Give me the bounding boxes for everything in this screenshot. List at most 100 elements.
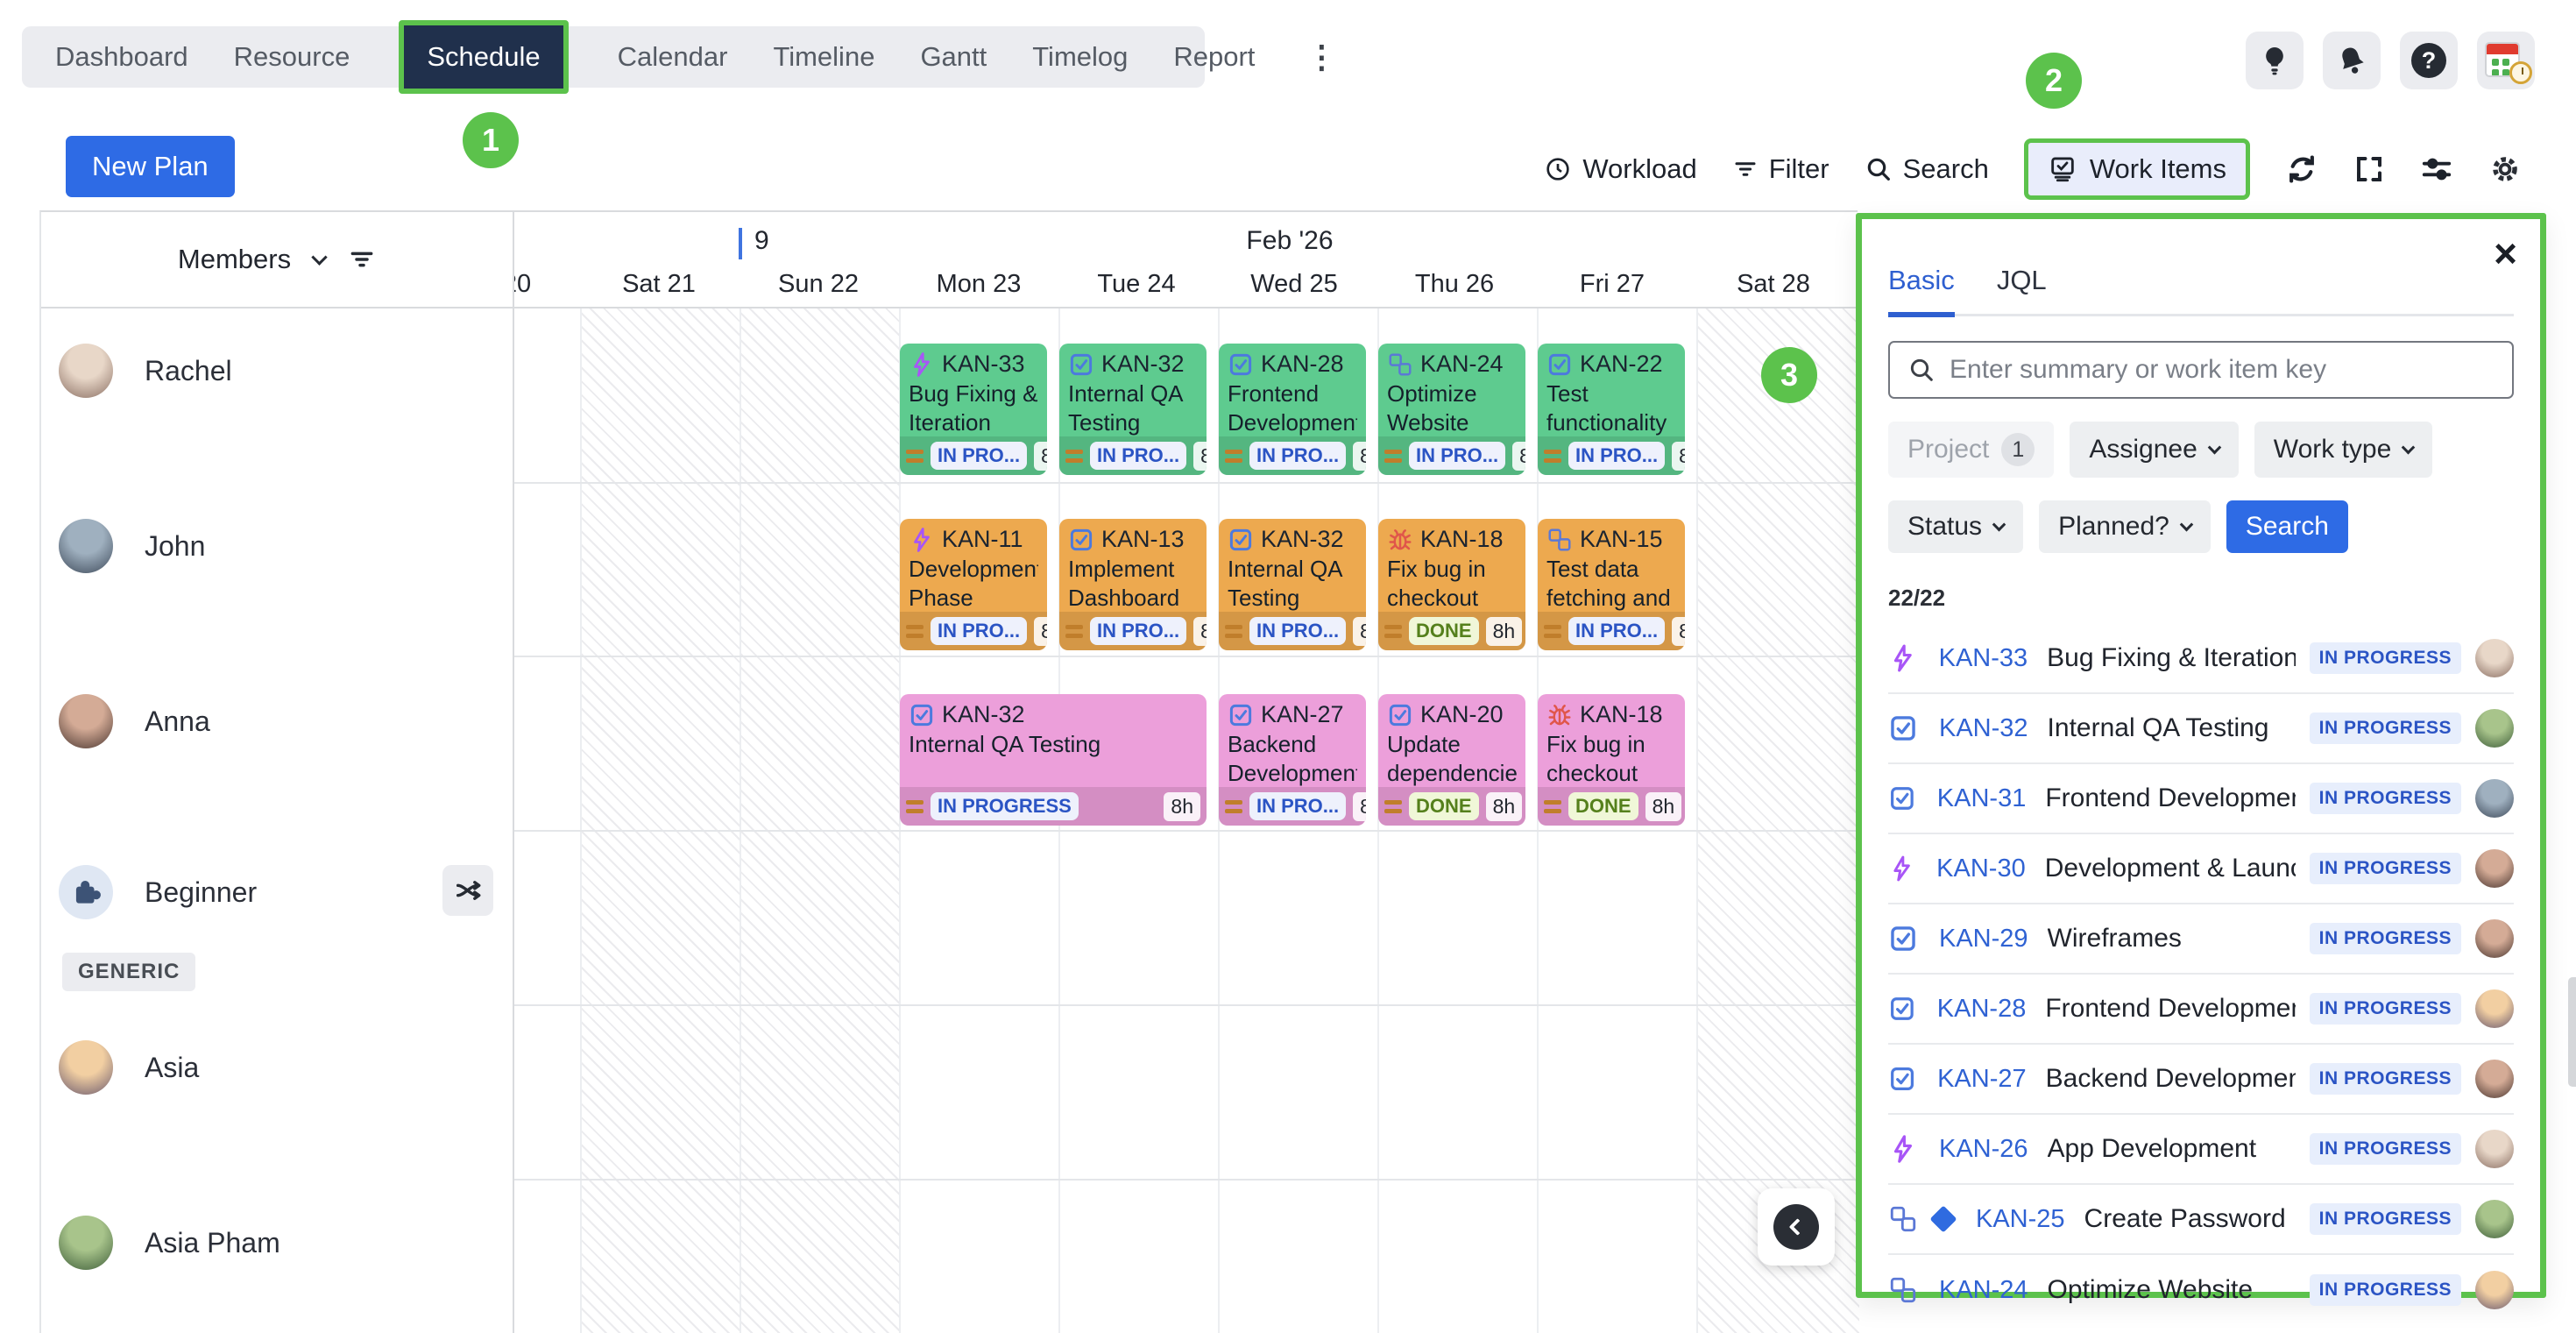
list-item[interactable]: KAN-33 Bug Fixing & Iteration IN PROGRES… — [1888, 624, 2514, 694]
list-item[interactable]: KAN-27 Backend Development IN PROGRESS — [1888, 1045, 2514, 1115]
search-icon — [1907, 356, 1936, 384]
hours-badge: 8h — [1486, 617, 1523, 646]
task-card[interactable]: KAN-32 Internal QA Testing IN PRO...8h — [1219, 519, 1366, 650]
work-item-summary: Create Password — [2084, 1204, 2286, 1234]
task-card[interactable]: KAN-28 Frontend Development IN PRO...8h — [1219, 344, 1366, 475]
panel-search-button[interactable]: Search — [2226, 500, 2348, 553]
refresh-icon[interactable] — [2285, 152, 2318, 186]
search-toggle-button[interactable]: Search — [1865, 153, 1989, 185]
subtask-icon — [1888, 1204, 1918, 1234]
work-item-key[interactable]: KAN-28 — [1937, 995, 2027, 1024]
task-card[interactable]: KAN-32 Internal QA Testing IN PRO...8h — [1059, 344, 1207, 475]
work-item-key[interactable]: KAN-33 — [1939, 644, 2028, 673]
lightbulb-button[interactable] — [2246, 32, 2304, 89]
members-header[interactable]: Members — [41, 212, 513, 308]
tab-resource[interactable]: Resource — [234, 41, 350, 73]
status-badge: IN PRO... — [1568, 617, 1665, 645]
tab-calendar[interactable]: Calendar — [618, 41, 728, 73]
avatar — [2475, 709, 2514, 748]
task-card[interactable]: KAN-27 Backend Development IN PRO...8h — [1219, 694, 1366, 826]
list-item[interactable]: KAN-32 Internal QA Testing IN PROGRESS — [1888, 694, 2514, 764]
work-item-key[interactable]: KAN-32 — [1939, 714, 2028, 743]
day-label-fri27: Fri 27 — [1580, 270, 1645, 299]
task-card[interactable]: KAN-13 Implement Dashboard IN PRO...8h — [1059, 519, 1207, 650]
filter-button[interactable]: Filter — [1732, 153, 1829, 185]
lightning-icon — [909, 527, 935, 553]
list-item[interactable]: KAN-26 App Development IN PROGRESS — [1888, 1115, 2514, 1185]
card-key: KAN-13 — [1101, 526, 1185, 553]
task-card[interactable]: KAN-18 Fix bug in checkout flow DONE8h — [1378, 519, 1525, 650]
priority-medium-icon — [1544, 625, 1561, 638]
filter-row-2: Status Planned? Search — [1888, 500, 2514, 553]
list-item[interactable]: KAN-30 Development & Launch IN PROGRESS — [1888, 834, 2514, 904]
work-item-key[interactable]: KAN-29 — [1939, 925, 2028, 954]
task-card[interactable]: KAN-22 Test functionality IN PRO...8h — [1538, 344, 1685, 475]
workload-button[interactable]: Workload — [1544, 153, 1696, 185]
members-filter-icon[interactable] — [348, 245, 376, 273]
member-row-asia[interactable]: Asia — [41, 1040, 513, 1095]
member-row-john[interactable]: John — [41, 519, 513, 573]
schedule-app: Dashboard Resource Schedule Calendar Tim… — [0, 0, 2576, 1333]
work-item-key[interactable]: KAN-25 — [1976, 1205, 2065, 1234]
list-item[interactable]: KAN-24 Optimize Website IN PROGRESS — [1888, 1255, 2514, 1325]
status-badge: IN PRO... — [1409, 442, 1505, 470]
tab-basic[interactable]: Basic — [1888, 265, 1955, 317]
work-item-key[interactable]: KAN-24 — [1939, 1276, 2028, 1305]
fullscreen-icon[interactable] — [2353, 153, 2385, 185]
task-card[interactable]: KAN-11 Development Phase IN PRO...8h — [900, 519, 1047, 650]
app-logo-button[interactable] — [2477, 32, 2535, 89]
task-card[interactable]: KAN-18 Fix bug in checkout flow DONE8h — [1538, 694, 1685, 826]
status-badge: IN PROGRESS — [2310, 642, 2461, 674]
tab-report[interactable]: Report — [1173, 41, 1255, 73]
work-item-key[interactable]: KAN-26 — [1939, 1135, 2028, 1164]
work-type-filter-chip[interactable]: Work type — [2254, 422, 2433, 478]
tab-dashboard[interactable]: Dashboard — [55, 41, 188, 73]
work-items-button[interactable]: Work Items — [2024, 138, 2250, 200]
kebab-menu-icon[interactable]: ⋮ — [1306, 39, 1337, 75]
day-label-mon23: Mon 23 — [937, 270, 1022, 299]
task-card[interactable]: KAN-15 Test data fetching and IN PRO...8… — [1538, 519, 1685, 650]
work-item-key[interactable]: KAN-31 — [1937, 784, 2027, 813]
tab-gantt[interactable]: Gantt — [920, 41, 987, 73]
work-item-search[interactable] — [1888, 341, 2514, 399]
avatar — [2475, 639, 2514, 677]
tab-timeline[interactable]: Timeline — [773, 41, 874, 73]
list-item[interactable]: KAN-28 Frontend Development IN PROGRESS — [1888, 975, 2514, 1045]
subtask-icon — [1387, 351, 1413, 378]
work-item-key[interactable]: KAN-27 — [1937, 1065, 2027, 1094]
task-card[interactable]: KAN-32 Internal QA Testing IN PROGRESS8h — [900, 694, 1207, 826]
member-row-rachel[interactable]: Rachel — [41, 344, 513, 398]
status-filter-chip[interactable]: Status — [1888, 500, 2023, 553]
tab-schedule[interactable]: Schedule — [399, 20, 568, 94]
list-item[interactable]: KAN-25 Create Password IN PROGRESS — [1888, 1185, 2514, 1255]
member-row-asia-pham[interactable]: Asia Pham — [41, 1216, 513, 1270]
card-title: Bug Fixing & Iteration — [909, 379, 1038, 437]
search-input[interactable] — [1950, 355, 2495, 385]
tab-jql[interactable]: JQL — [1997, 265, 2047, 314]
task-card[interactable]: KAN-24 Optimize Website IN PRO...8h — [1378, 344, 1525, 475]
week-number: 9 — [754, 226, 769, 256]
tab-timelog[interactable]: Timelog — [1032, 41, 1128, 73]
page-scrollbar[interactable] — [2568, 977, 2576, 1087]
project-filter-chip[interactable]: Project 1 — [1888, 422, 2054, 478]
notifications-button[interactable] — [2323, 32, 2381, 89]
checkbox-icon — [1228, 351, 1254, 378]
task-card[interactable]: KAN-20 Update dependencies DONE8h — [1378, 694, 1525, 826]
planned-filter-chip[interactable]: Planned? — [2039, 500, 2211, 553]
sliders-icon[interactable] — [2420, 152, 2453, 186]
list-item[interactable]: KAN-29 Wireframes IN PROGRESS — [1888, 904, 2514, 975]
gear-icon[interactable] — [2488, 152, 2522, 186]
help-button[interactable]: ? — [2400, 32, 2458, 89]
shuffle-button[interactable] — [442, 865, 493, 916]
new-plan-button[interactable]: New Plan — [66, 136, 235, 197]
panel-tabs: Basic JQL — [1888, 265, 2514, 316]
list-item[interactable]: KAN-31 Frontend Development IN PROGRESS — [1888, 764, 2514, 834]
work-item-key[interactable]: KAN-30 — [1936, 854, 2026, 883]
card-title: Internal QA Testing — [1068, 379, 1198, 437]
close-icon[interactable]: × — [2494, 233, 2517, 273]
collapse-panel-button[interactable] — [1758, 1188, 1835, 1266]
assignee-filter-chip[interactable]: Assignee — [2070, 422, 2238, 478]
task-card[interactable]: KAN-33 Bug Fixing & Iteration IN PRO...8… — [900, 344, 1047, 475]
hours-badge: 8h — [1672, 442, 1685, 471]
member-row-anna[interactable]: Anna — [41, 694, 513, 748]
